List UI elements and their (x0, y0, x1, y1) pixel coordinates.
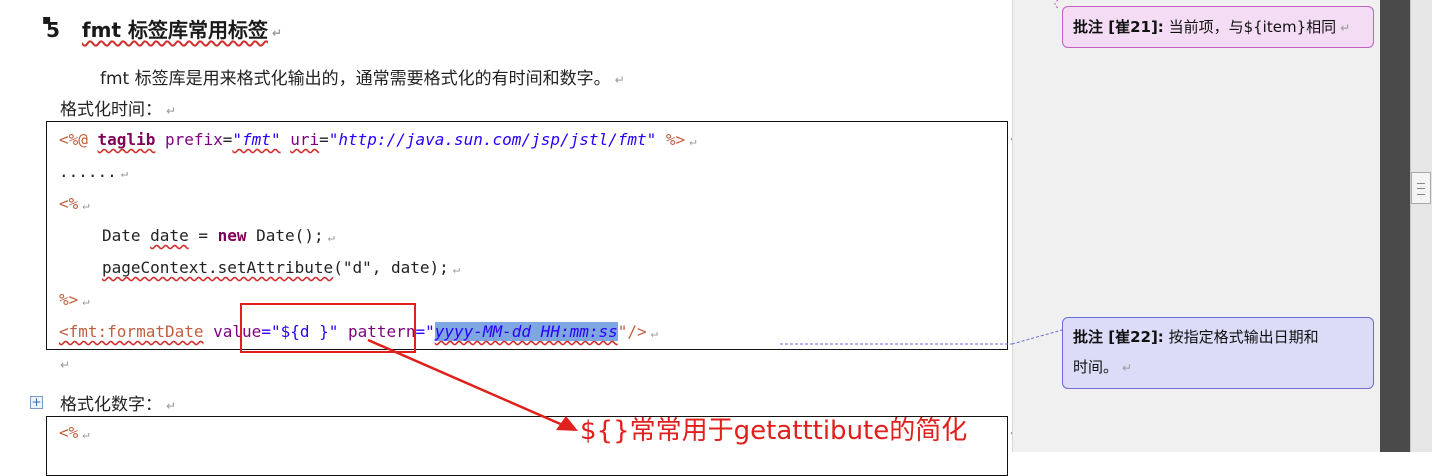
connector-overlay (367, 0, 1063, 431)
pane-separator (1380, 0, 1410, 452)
comment-21-connector (1054, 0, 1059, 9)
grip-icon (1417, 183, 1425, 195)
vertical-scrollbar[interactable] (1410, 0, 1432, 452)
annotation-arrow-line (367, 338, 566, 428)
scrollbar-thumb[interactable] (1411, 172, 1431, 204)
comment-22-connector-d (1011, 329, 1063, 345)
